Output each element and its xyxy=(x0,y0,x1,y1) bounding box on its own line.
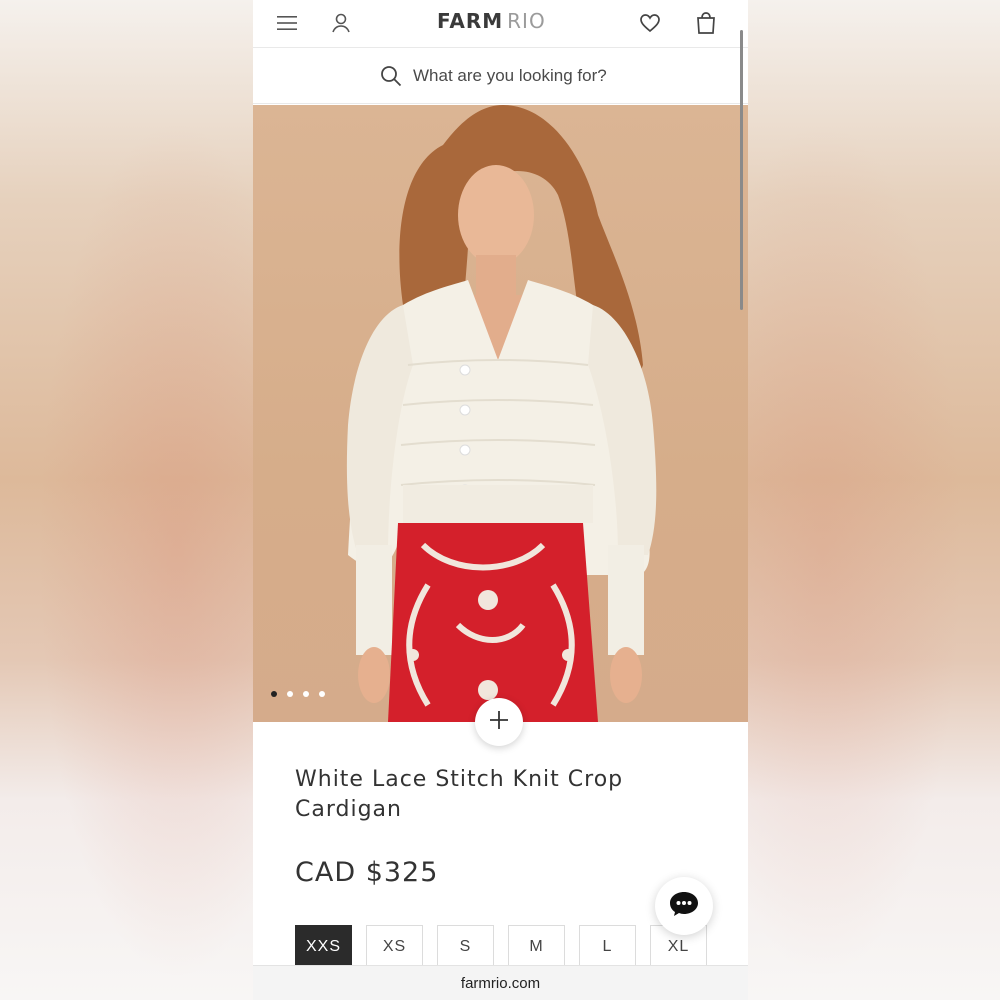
product-title: White Lace Stitch Knit Crop Cardigan xyxy=(295,767,624,822)
carousel-dot[interactable] xyxy=(319,691,325,697)
size-option-m[interactable]: M xyxy=(508,925,565,969)
brand-logo[interactable]: FARM RIO xyxy=(437,9,546,33)
chat-bubble-icon xyxy=(669,891,699,921)
carousel-dot[interactable] xyxy=(287,691,293,697)
carousel-dot[interactable] xyxy=(303,691,309,697)
logo-primary-text: FARM xyxy=(437,9,504,33)
search-icon[interactable] xyxy=(380,65,402,91)
hamburger-menu-icon[interactable] xyxy=(272,8,302,38)
size-option-s[interactable]: S xyxy=(437,925,494,969)
heart-icon[interactable] xyxy=(635,8,665,38)
search-input[interactable] xyxy=(413,64,673,88)
size-selector: XXS XS S M L XL xyxy=(295,925,707,969)
product-image[interactable] xyxy=(253,105,748,722)
blurred-background-left xyxy=(0,0,253,1000)
search-bar[interactable] xyxy=(253,49,748,104)
plus-icon xyxy=(488,709,510,735)
carousel-dots[interactable] xyxy=(271,691,325,697)
url-text: farmrio.com xyxy=(460,974,541,992)
shopping-bag-icon[interactable] xyxy=(691,8,721,38)
blurred-background-right xyxy=(747,0,1000,1000)
size-option-xs[interactable]: XS xyxy=(366,925,423,969)
mobile-page: FARM RIO What are you looking for? White… xyxy=(253,0,748,1000)
size-option-xxs[interactable]: XXS xyxy=(295,925,352,969)
zoom-button[interactable] xyxy=(475,698,523,746)
logo-secondary-text: RIO xyxy=(507,9,546,33)
model-photo xyxy=(346,105,657,722)
user-icon[interactable] xyxy=(326,8,356,38)
browser-url-bar[interactable]: farmrio.com xyxy=(253,965,748,1000)
scrollbar[interactable] xyxy=(740,30,743,310)
chat-button[interactable] xyxy=(655,877,713,935)
product-price: CAD $325 xyxy=(295,857,439,888)
size-option-l[interactable]: L xyxy=(579,925,636,969)
carousel-dot[interactable] xyxy=(271,691,277,697)
top-navigation-bar: FARM RIO xyxy=(253,0,748,48)
